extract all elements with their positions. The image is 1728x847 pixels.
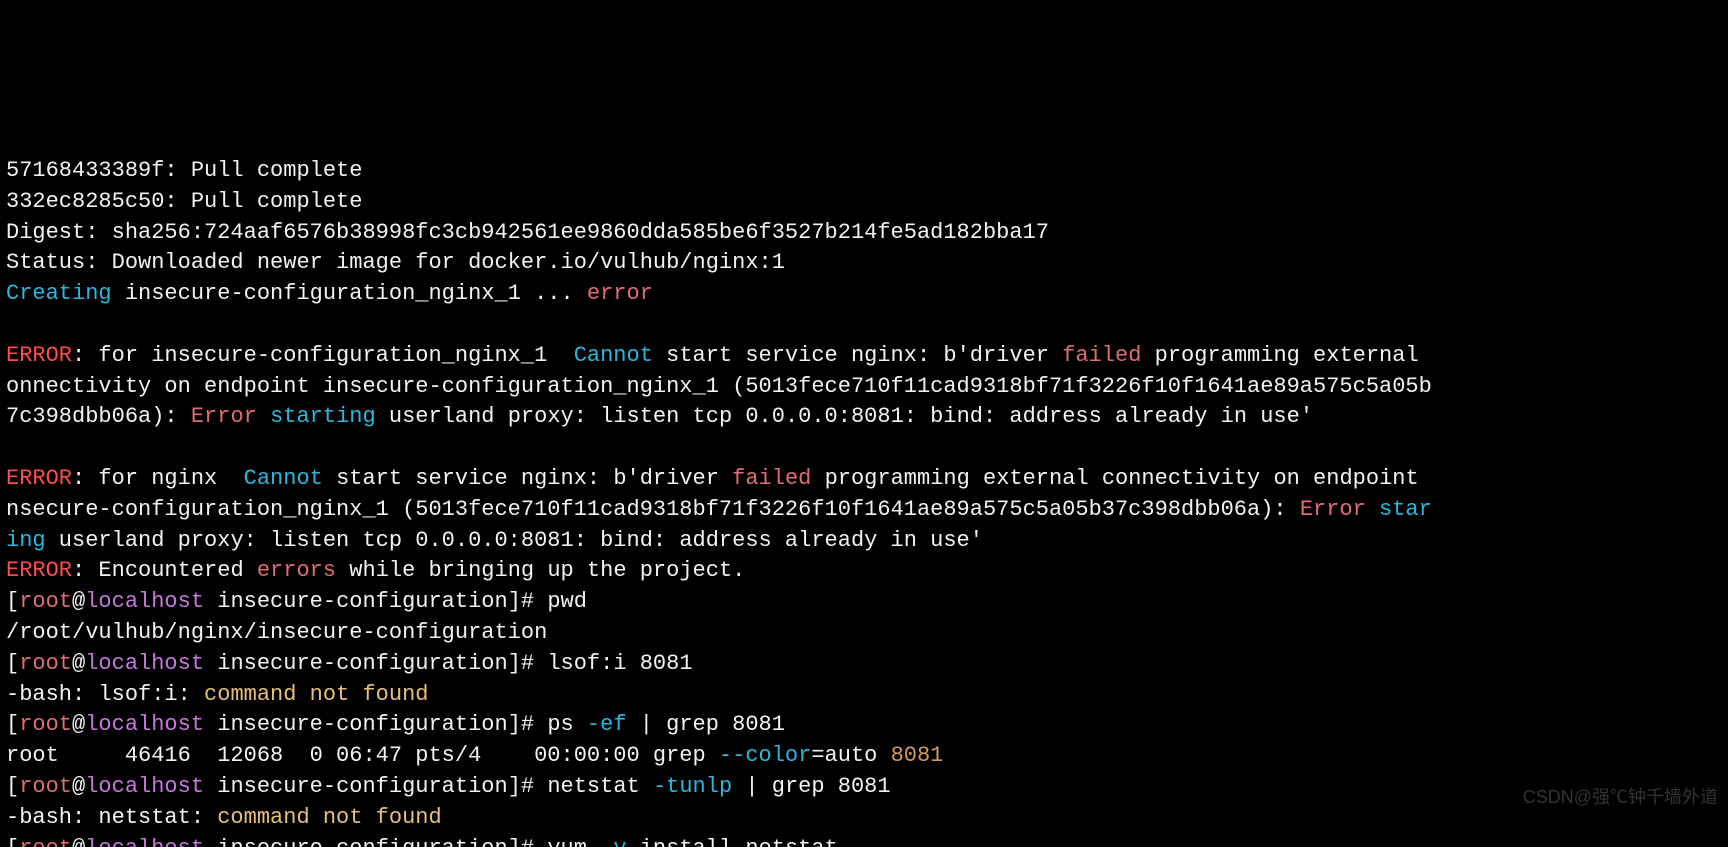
error-keyword: Cannot xyxy=(574,343,653,368)
output-line: 57168433389f: Pull complete xyxy=(6,158,362,183)
error-text: userland proxy: listen tcp 0.0.0.0:8081:… xyxy=(46,528,983,553)
error-keyword: errors xyxy=(257,558,336,583)
error-keyword: starting xyxy=(270,404,376,429)
output-line: 332ec8285c50: Pull complete xyxy=(6,189,362,214)
error-keyword: Error xyxy=(191,404,257,429)
error-text: : for insecure-configuration_nginx_1 xyxy=(72,343,574,368)
output-line: /root/vulhub/nginx/insecure-configuratio… xyxy=(6,620,547,645)
error-text: programming external xyxy=(1141,343,1431,368)
command-input[interactable]: pwd xyxy=(547,589,587,614)
error-keyword: Error xyxy=(1300,497,1366,522)
command-input[interactable]: yum -y install netstat xyxy=(547,836,837,847)
prompt: [root@localhost insecure-configuration]# xyxy=(6,774,547,799)
output-error: command not found xyxy=(204,682,428,707)
error-text: userland proxy: listen tcp 0.0.0.0:8081:… xyxy=(376,404,1313,429)
error-text: onnectivity on endpoint insecure-configu… xyxy=(6,374,1432,399)
output-line: Digest: sha256:724aaf6576b38998fc3cb9425… xyxy=(6,220,1049,245)
error-label: ERROR xyxy=(6,466,72,491)
prompt: [root@localhost insecure-configuration]# xyxy=(6,836,547,847)
command-input[interactable]: netstat -tunlp | grep 8081 xyxy=(547,774,890,799)
error-keyword: Cannot xyxy=(244,466,323,491)
error-text: start service nginx: b'driver xyxy=(323,466,732,491)
prompt: [root@localhost insecure-configuration]# xyxy=(6,651,547,676)
terminal-output[interactable]: 57168433389f: Pull complete 332ec8285c50… xyxy=(0,154,1728,847)
output-error: command not found xyxy=(217,805,441,830)
error-keyword: failed xyxy=(732,466,811,491)
command-input[interactable]: lsof:i 8081 xyxy=(547,651,692,676)
error-text: while bringing up the project. xyxy=(336,558,745,583)
output-line: Status: Downloaded newer image for docke… xyxy=(6,250,785,275)
prompt: [root@localhost insecure-configuration]# xyxy=(6,589,547,614)
error-text: 7c398dbb06a): xyxy=(6,404,191,429)
error-text: star xyxy=(1366,497,1432,522)
output-line: -bash: netstat: xyxy=(6,805,217,830)
error-label: ERROR xyxy=(6,558,72,583)
command-input[interactable]: ps -ef | grep 8081 xyxy=(547,712,785,737)
prompt: [root@localhost insecure-configuration]# xyxy=(6,712,547,737)
error-text: start service nginx: b'driver xyxy=(653,343,1062,368)
creating-error: error xyxy=(587,281,653,306)
error-label: ERROR xyxy=(6,343,72,368)
error-text: : for nginx xyxy=(72,466,244,491)
creating-target: insecure-configuration_nginx_1 ... xyxy=(112,281,587,306)
error-keyword: failed xyxy=(1062,343,1141,368)
creating-label: Creating xyxy=(6,281,112,306)
error-text: programming external connectivity on end… xyxy=(811,466,1432,491)
output-line: root 46416 12068 0 06:47 pts/4 00:00:00 … xyxy=(6,743,943,768)
error-text: nsecure-configuration_nginx_1 (5013fece7… xyxy=(6,497,1300,522)
output-line: -bash: lsof:i: xyxy=(6,682,204,707)
error-text: ing xyxy=(6,528,46,553)
error-text: : Encountered xyxy=(72,558,257,583)
